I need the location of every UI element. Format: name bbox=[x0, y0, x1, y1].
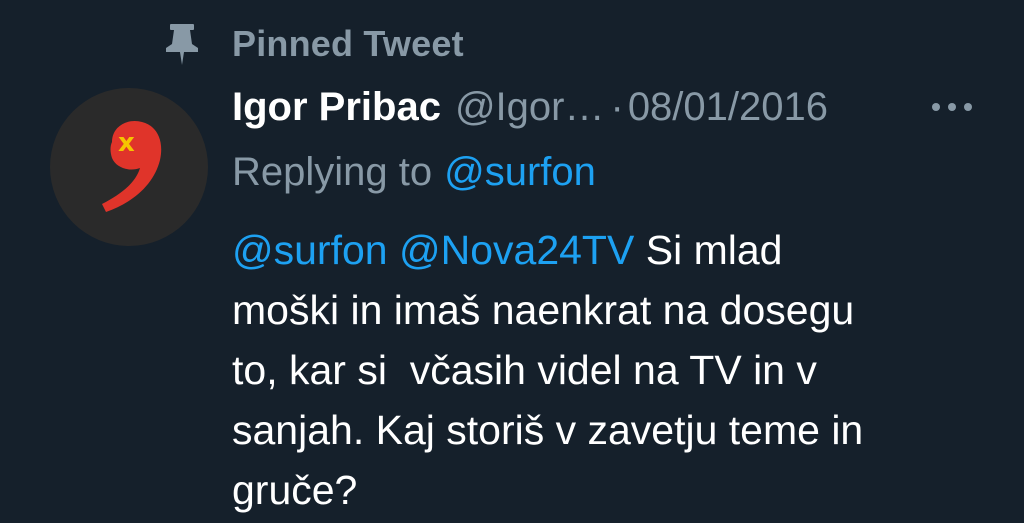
tweet-text-segment: Si mlad bbox=[634, 227, 783, 273]
more-dot bbox=[932, 103, 940, 111]
tweet-text-line: gruče? bbox=[232, 467, 358, 513]
tweet-text-line: sanjah. Kaj storiš v zavetju teme in bbox=[232, 407, 864, 453]
more-dot bbox=[964, 103, 972, 111]
more-dot bbox=[948, 103, 956, 111]
author-handle[interactable]: @Igor… bbox=[455, 85, 605, 130]
tweet-text-line: to, kar si včasih videl na TV in v bbox=[232, 347, 817, 393]
svg-text:x: x bbox=[118, 128, 135, 158]
mention-surfon[interactable]: @surfon bbox=[232, 227, 388, 273]
tweet-text: @surfon @Nova24TV Si mlad moški in imaš … bbox=[232, 220, 992, 520]
tweet-header: Igor Pribac @Igor… · 08/01/2016 bbox=[232, 80, 828, 134]
replying-to-mention[interactable]: @surfon bbox=[444, 150, 596, 195]
tweet-text-line: moški in imaš naenkrat na dosegu bbox=[232, 287, 855, 333]
avatar[interactable]: x bbox=[50, 88, 208, 246]
mention-nova24tv[interactable]: @Nova24TV bbox=[399, 227, 634, 273]
pinned-tweet-indicator: Pinned Tweet bbox=[162, 22, 464, 66]
pinned-tweet-label: Pinned Tweet bbox=[232, 23, 464, 64]
tweet-date[interactable]: 08/01/2016 bbox=[628, 85, 828, 130]
replying-to: Replying to @surfon bbox=[232, 146, 596, 198]
tweet-text-line: @surfon @Nova24TV Si mlad bbox=[232, 220, 992, 280]
comma-logo-icon: x bbox=[102, 120, 162, 212]
replying-to-label: Replying to bbox=[232, 149, 433, 194]
header-separator: · bbox=[610, 84, 624, 129]
pin-icon bbox=[166, 24, 198, 65]
author-display-name[interactable]: Igor Pribac bbox=[232, 85, 441, 130]
more-dots-icon[interactable] bbox=[932, 97, 972, 117]
